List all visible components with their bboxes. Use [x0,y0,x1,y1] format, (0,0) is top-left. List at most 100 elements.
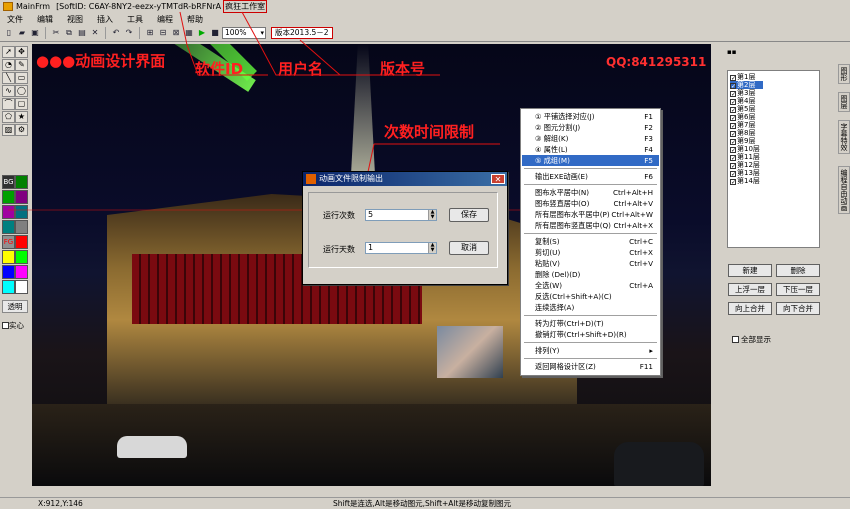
stop-icon[interactable]: ■ [209,27,221,39]
color-swatch[interactable] [15,235,28,249]
layer-item[interactable]: ✓第13层 [730,169,760,178]
ellipse-icon[interactable]: ◯ [15,85,28,97]
color-swatch[interactable] [2,250,15,264]
menu-item[interactable]: 视图 [60,14,90,25]
color-swatch[interactable]: FG [2,235,15,249]
color-swatch[interactable]: BG [2,175,15,189]
layer-item[interactable]: ✓第12层 [730,161,760,170]
context-menu-item[interactable]: 图布竖直居中(O) Ctrl+Alt+V [522,198,659,209]
fill-icon[interactable]: ◔ [2,59,15,71]
color-swatch[interactable] [2,205,15,219]
align-icon[interactable]: ⊠ [170,27,182,39]
save-icon[interactable]: ▣ [29,27,41,39]
color-swatch[interactable] [15,280,28,294]
color-swatch[interactable] [15,220,28,234]
context-menu-item[interactable]: 粘贴(V) Ctrl+V [522,258,659,269]
merge-down-button[interactable]: 向下合并 [776,302,820,315]
context-menu-item[interactable]: 图布水平居中(N) Ctrl+Alt+H [522,187,659,198]
context-menu-item[interactable]: 反选(Ctrl+Shift+A)(C) [522,291,659,302]
paste-icon[interactable]: ▤ [76,27,88,39]
menu-item[interactable]: 帮助 [180,14,210,25]
context-menu-item[interactable]: 剪切(U) Ctrl+X [522,247,659,258]
layer-item[interactable]: ✓第4层 [730,97,755,106]
polygon-icon[interactable]: ⬠ [2,111,15,123]
context-menu-item[interactable]: 输出EXE动画(E) F6 [522,171,659,182]
pen-icon[interactable]: ✎ [15,59,28,71]
select-arrow-icon[interactable]: ➚ [2,46,15,58]
layer-item[interactable]: ✓第2层 [730,81,764,90]
menu-item[interactable]: 编辑 [30,14,60,25]
menu-item[interactable]: 工具 [120,14,150,25]
context-menu-item[interactable]: 全选(W) Ctrl+A [522,280,659,291]
copy-icon[interactable]: ⧉ [63,27,75,39]
context-menu-item[interactable]: ② 图元分割(J) F2 [522,122,659,133]
color-swatch[interactable] [15,175,28,189]
color-swatch[interactable] [15,250,28,264]
redo-icon[interactable]: ↷ [123,27,135,39]
layer-item[interactable]: ✓第3层 [730,89,755,98]
new-layer-button[interactable]: 新建 [728,264,772,277]
grid-icon[interactable]: ⊟ [157,27,169,39]
rectangle-icon[interactable]: ▭ [15,72,28,84]
gear-icon[interactable]: ⚙ [15,124,28,136]
context-menu-item[interactable]: 复制(S) Ctrl+C [522,236,659,247]
side-tab[interactable]: 字幕特效 [838,120,850,154]
fit-icon[interactable]: ⊞ [144,27,156,39]
days-stepper[interactable]: 1 ▲ ▼ [365,242,437,254]
menu-item[interactable]: 编程 [150,14,180,25]
color-swatch[interactable] [15,265,28,279]
layer-item[interactable]: ✓第6层 [730,113,755,122]
panel-pin-icon[interactable]: ▪▪ [727,48,737,56]
save-button[interactable]: 保存 [449,208,489,222]
color-swatch[interactable] [15,205,28,219]
context-menu-item[interactable]: 所有层图布水平居中(P) Ctrl+Alt+W [522,209,659,220]
cut-icon[interactable]: ✂ [50,27,62,39]
layer-item[interactable]: ✓第10层 [730,145,760,154]
layer-item[interactable]: ✓第7层 [730,121,755,130]
layer-list[interactable]: ✓第1层 ✓第2层 ✓第3层 ✓第4层 ✓第5层 ✓第6层 ✓第7层 ✓第8层 ✓第9层 ✓第10… [727,70,820,248]
line-icon[interactable]: ╲ [2,72,15,84]
show-all-checkbox[interactable]: 全部显示 [732,334,771,345]
cancel-button[interactable]: 取消 [449,241,489,255]
side-tab[interactable]: 编程自由动画 [838,166,850,214]
close-icon[interactable]: ✕ [491,174,505,184]
solid-checkbox[interactable]: 实心 [2,320,24,331]
layer-down-button[interactable]: 下压一层 [776,283,820,296]
layer-item[interactable]: ✓第8层 [730,129,755,138]
layer-item[interactable]: ✓第5层 [730,105,755,114]
runs-stepper[interactable]: 5 ▲ ▼ [365,209,437,221]
layer-checkbox[interactable]: ✓ [730,179,736,186]
side-tab[interactable]: 图层 [838,92,850,112]
context-menu-item[interactable]: ③ 解组(K) F3 [522,133,659,144]
layer-up-button[interactable]: 上浮一层 [728,283,772,296]
zoom-select[interactable]: 100% [222,27,266,39]
context-menu-item[interactable]: 连续选择(A) [522,302,659,313]
move-icon[interactable]: ✥ [15,46,28,58]
image-icon[interactable]: ▨ [2,124,15,136]
star-icon[interactable]: ★ [15,111,28,123]
context-menu-item[interactable]: ⑤ 成组(M) F5 [522,155,659,166]
color-swatch[interactable] [15,190,28,204]
merge-up-button[interactable]: 向上合并 [728,302,772,315]
context-menu-item[interactable]: ① 平铺选择对应(J) F1 [522,111,659,122]
menu-item[interactable]: 插入 [90,14,120,25]
delete-layer-button[interactable]: 删除 [776,264,820,277]
open-folder-icon[interactable]: ▰ [16,27,28,39]
layer-item[interactable]: ✓第9层 [730,137,755,146]
new-file-icon[interactable]: ▯ [3,27,15,39]
color-swatch[interactable] [2,265,15,279]
context-menu-item[interactable]: 所有层图布竖直居中(Q) Ctrl+Alt+X [522,220,659,231]
frames-icon[interactable]: ▦ [183,27,195,39]
color-swatch[interactable] [2,220,15,234]
color-swatch[interactable] [2,190,15,204]
layer-item[interactable]: ✓第11层 [730,153,760,162]
context-menu-item[interactable]: 撤销灯带(Ctrl+Shift+D)(R) [522,329,659,340]
spin-arrows-icon[interactable]: ▲ ▼ [428,243,436,253]
context-menu-item[interactable]: 返回网格设计区(Z) F11 [522,361,659,372]
side-tab[interactable]: 图形 [838,64,850,84]
color-swatch[interactable] [2,280,15,294]
context-menu-item[interactable]: 删除 (Del)(D) [522,269,659,280]
rounded-rect-icon[interactable]: ▢ [15,98,28,110]
menu-item[interactable]: 文件 [0,14,30,25]
transparent-button[interactable]: 透明 [2,300,28,313]
